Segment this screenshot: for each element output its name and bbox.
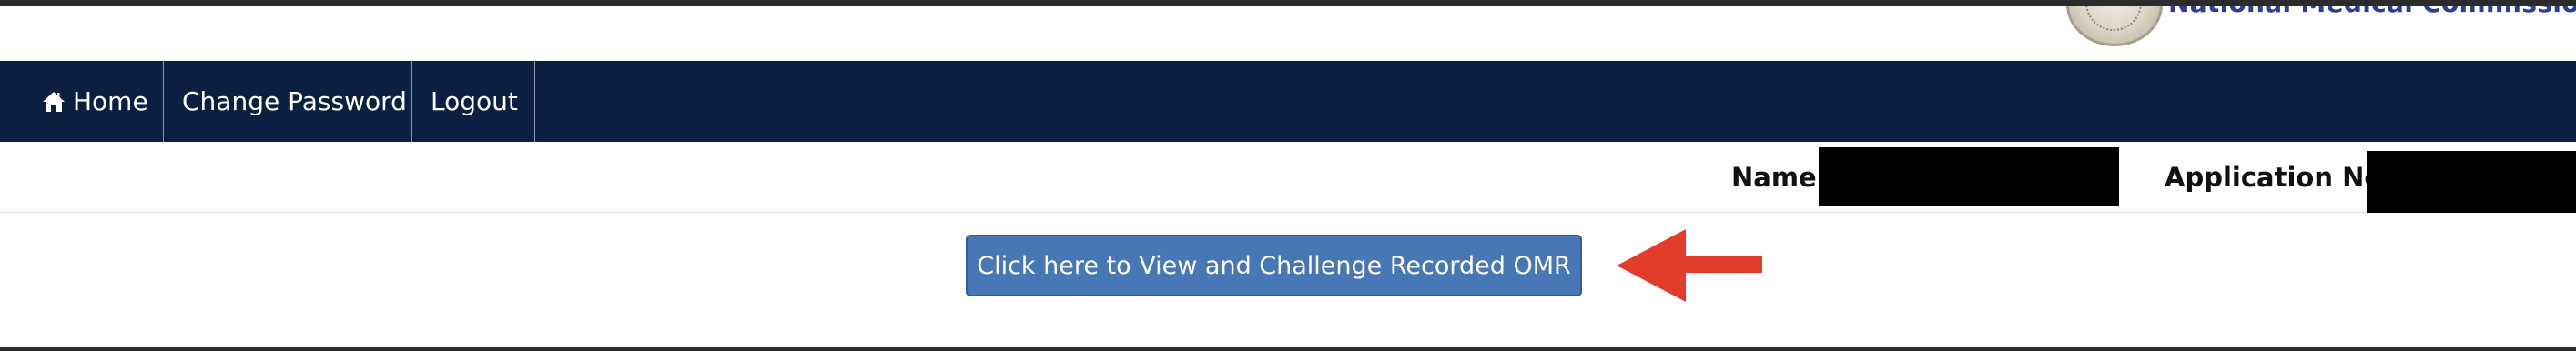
application-no-label: Application No:: [2165, 162, 2393, 193]
bottom-border: [0, 347, 2576, 351]
action-section: Click here to View and Challenge Recorde…: [0, 213, 2576, 347]
name-redacted-value: [1819, 147, 2119, 206]
view-challenge-omr-button[interactable]: Click here to View and Challenge Recorde…: [966, 235, 1582, 296]
application-no-redacted-value: [2367, 151, 2576, 213]
name-label: Name:: [1731, 162, 1828, 193]
home-icon: [42, 91, 66, 113]
candidate-info-bar: Name: Application No:: [0, 142, 2576, 213]
nav-home-link[interactable]: Home: [0, 61, 164, 142]
main-navbar: Home Change Password Logout: [0, 61, 2576, 142]
nav-home-label: Home: [73, 86, 148, 116]
red-left-arrow-icon: [1617, 229, 1762, 302]
nav-logout-label: Logout: [431, 86, 518, 116]
nav-logout-link[interactable]: Logout: [412, 61, 535, 142]
emblem-ring: [2085, 6, 2142, 31]
nav-change-password-label: Change Password: [182, 86, 407, 116]
nav-change-password-link[interactable]: Change Password: [164, 61, 412, 142]
top-border: [0, 0, 2576, 6]
nmc-emblem-icon: [2066, 6, 2163, 46]
brand-title: National Medical Commission: [2168, 6, 2576, 18]
site-header: National Medical Commission: [0, 6, 2576, 61]
